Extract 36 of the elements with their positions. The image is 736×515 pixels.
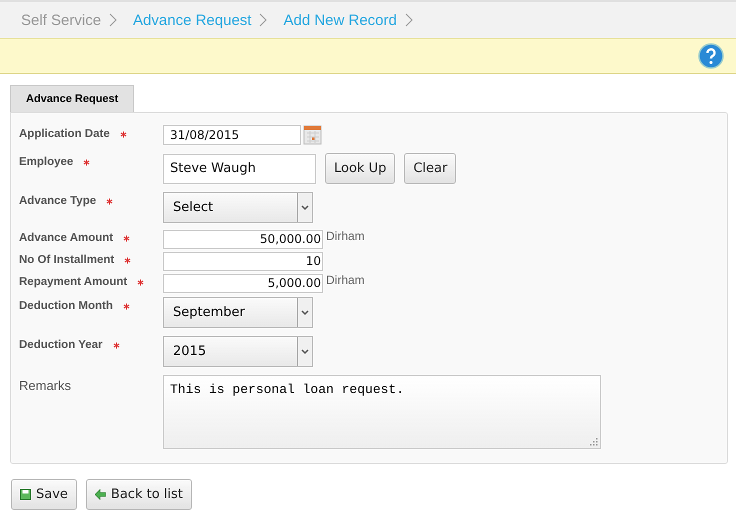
caret-icon bbox=[301, 204, 309, 210]
select-dropdown[interactable]: 2015 bbox=[163, 336, 313, 367]
amount-field[interactable]: 5,000.00 bbox=[163, 274, 323, 292]
amount-field[interactable]: 50,000.00 bbox=[163, 230, 323, 248]
field-label: Application Date bbox=[19, 128, 110, 140]
field-label: Advance Amount bbox=[19, 232, 114, 244]
select-dropdown[interactable]: September bbox=[163, 297, 313, 328]
calendar-icon[interactable] bbox=[303, 125, 322, 145]
form-tab[interactable]: Advance Request bbox=[10, 85, 134, 112]
chevron-icon bbox=[109, 13, 118, 27]
lookup-button[interactable]: Look Up bbox=[325, 153, 396, 184]
field-label: Employee bbox=[19, 156, 74, 168]
caret-icon bbox=[301, 348, 309, 354]
unit-label: Dirham bbox=[326, 229, 365, 243]
date-field[interactable]: 31/08/2015 bbox=[163, 125, 301, 145]
lookup-button[interactable]: Clear bbox=[404, 153, 456, 184]
arrow-left-icon bbox=[94, 489, 106, 500]
unit-label: Dirham bbox=[326, 273, 365, 287]
field-label: Remarks bbox=[19, 378, 72, 393]
caret-icon bbox=[301, 310, 309, 316]
amount-field[interactable]: 10 bbox=[163, 252, 323, 270]
chevron-icon bbox=[404, 13, 413, 27]
field-label: Deduction Year bbox=[19, 339, 103, 351]
field-label: Repayment Amount bbox=[19, 276, 128, 288]
select-dropdown[interactable]: Select bbox=[163, 192, 313, 223]
chevron-icon bbox=[259, 13, 268, 27]
breadcrumb-item: Self Service bbox=[21, 12, 102, 28]
back-button[interactable]: Back to list bbox=[86, 479, 192, 510]
help-icon[interactable] bbox=[698, 43, 724, 69]
field-label: Deduction Month bbox=[19, 300, 113, 312]
field-label: No Of Installment bbox=[19, 254, 114, 266]
remarks-field[interactable]: This is personal loan request. bbox=[163, 375, 601, 449]
resize-grip-icon bbox=[590, 438, 598, 446]
employee-field[interactable]: Steve Waugh bbox=[163, 154, 316, 184]
field-label: Advance Type bbox=[19, 195, 96, 207]
save-button[interactable]: Save bbox=[11, 479, 77, 510]
